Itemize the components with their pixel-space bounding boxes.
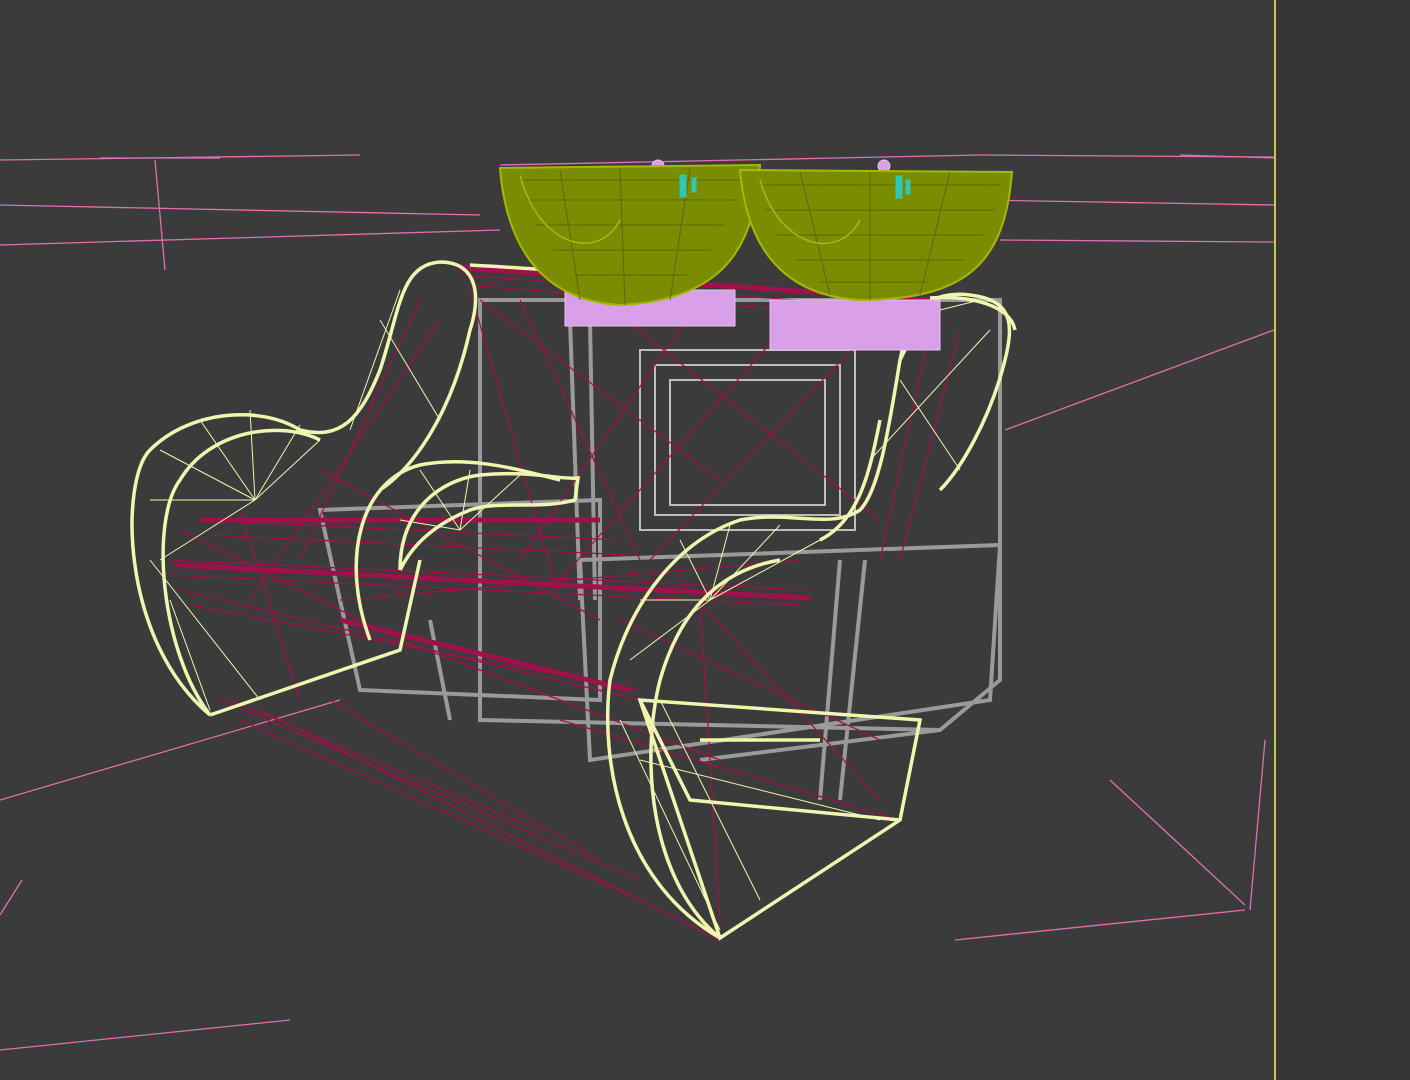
cabinet-box	[639, 349, 856, 531]
armchair-inner-mesh	[169, 264, 961, 941]
arm-end-fans	[149, 289, 991, 931]
viewport-side-panel	[1276, 0, 1410, 1080]
wash-basin-bowls	[498, 163, 1014, 307]
wireframe-viewport[interactable]	[0, 0, 1410, 1080]
viewport-canvas[interactable]	[0, 0, 1410, 1080]
